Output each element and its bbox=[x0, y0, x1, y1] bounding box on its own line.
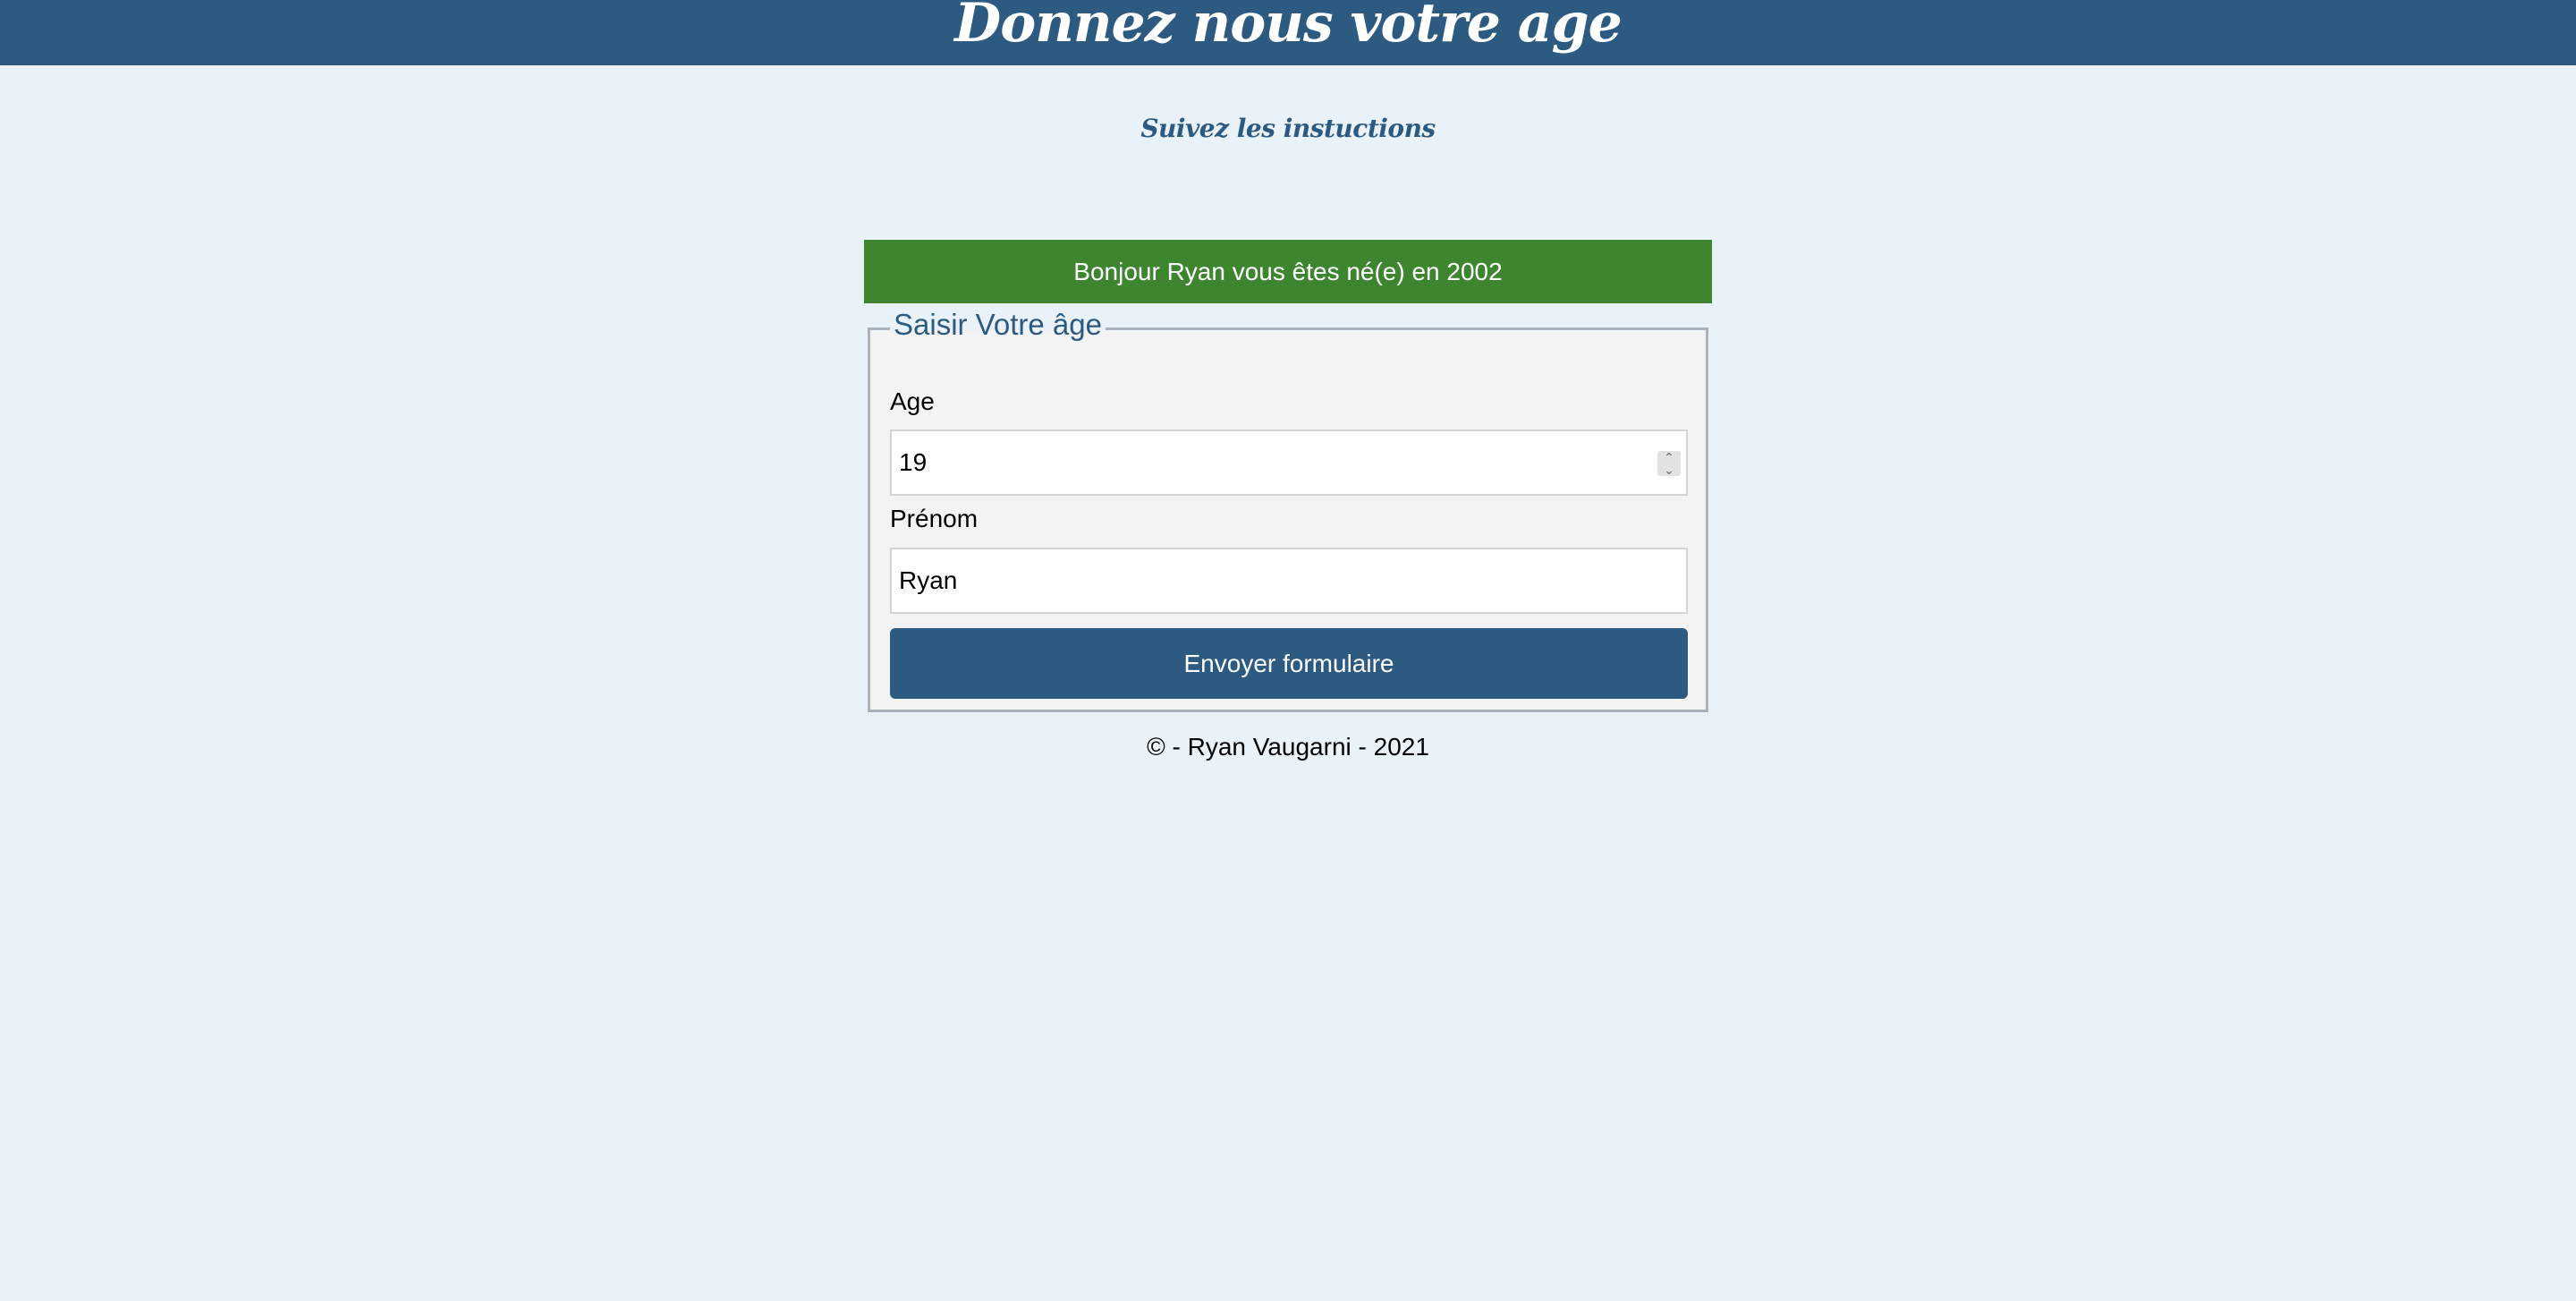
page-title: Donnez nous votre age bbox=[954, 0, 1623, 55]
form-legend: Saisir Votre âge bbox=[890, 307, 1106, 343]
prenom-input-value: Ryan bbox=[899, 566, 958, 594]
age-input-value: 19 bbox=[899, 448, 928, 476]
age-stepper[interactable]: ⌃ ⌄ bbox=[1657, 451, 1681, 476]
age-form: Saisir Votre âge Age 19 ⌃ ⌄ Prénom Ryan … bbox=[868, 307, 1708, 712]
footer-copyright: © - Ryan Vaugarni - 2021 bbox=[1147, 733, 1429, 761]
age-label: Age bbox=[890, 387, 935, 415]
prenom-input[interactable]: Ryan bbox=[890, 548, 1688, 614]
page-subtitle: Suivez les instuctions bbox=[1140, 114, 1436, 143]
page-header: Donnez nous votre age bbox=[0, 0, 2576, 65]
prenom-label: Prénom bbox=[890, 505, 979, 532]
age-input[interactable]: 19 ⌃ ⌄ bbox=[890, 429, 1688, 496]
submit-button[interactable]: Envoyer formulaire bbox=[890, 628, 1688, 699]
chevron-down-icon[interactable]: ⌄ bbox=[1657, 463, 1681, 476]
chevron-up-icon[interactable]: ⌃ bbox=[1657, 451, 1681, 463]
success-alert: Bonjour Ryan vous êtes né(e) en 2002 bbox=[864, 240, 1712, 303]
